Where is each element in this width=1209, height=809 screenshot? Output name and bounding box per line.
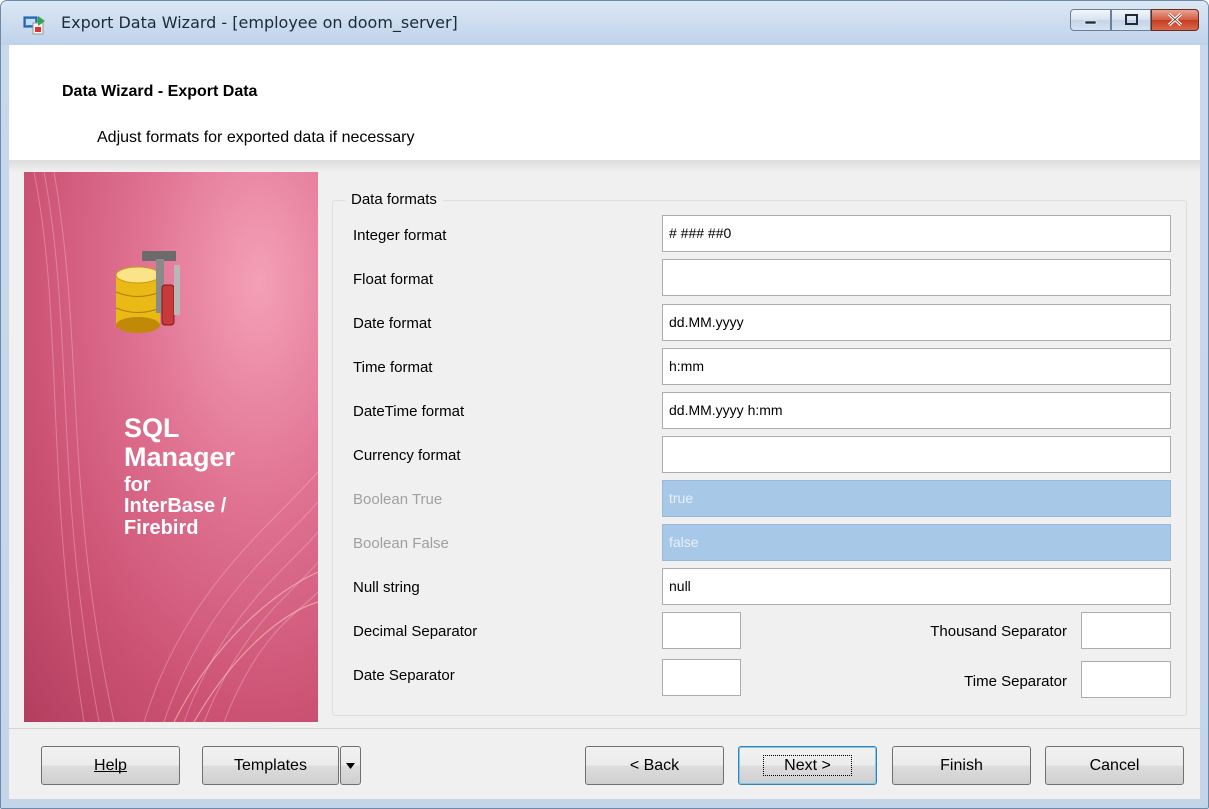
button-bar-divider — [9, 728, 1200, 729]
next-button-label: Next > — [763, 755, 852, 776]
wizard-body: Data Wizard - Export Data Adjust formats… — [9, 45, 1200, 799]
time-format-field[interactable]: h:mm — [662, 348, 1171, 385]
templates-button-label: Templates — [234, 757, 307, 774]
page-title: Data Wizard - Export Data — [62, 83, 258, 100]
finish-button-label: Finish — [940, 757, 983, 774]
header-divider — [9, 160, 1200, 172]
close-button[interactable] — [1151, 9, 1199, 31]
datetime-format-label: DateTime format — [353, 403, 465, 420]
templates-button[interactable]: Templates — [202, 746, 339, 785]
maximize-button[interactable] — [1111, 9, 1151, 31]
currency-format-label: Currency format — [353, 447, 461, 464]
time-format-label: Time format — [353, 359, 433, 376]
back-button[interactable]: < Back — [585, 746, 724, 785]
close-icon — [1167, 12, 1183, 27]
integer-format-label: Integer format — [353, 227, 447, 244]
help-button-label: Help — [94, 757, 127, 774]
wizard-window: Export Data Wizard - [employee on doom_s… — [0, 0, 1209, 809]
thousand-separator-label: Thousand Separator — [930, 623, 1067, 640]
boolean-false-field: false — [662, 524, 1171, 561]
cancel-button-label: Cancel — [1089, 757, 1140, 774]
back-button-label: < Back — [629, 757, 680, 774]
sidebar-product-sql: SQL — [124, 413, 180, 443]
wizard-sidebar-banner: SQL Manager for InterBase / Firebird — [24, 172, 318, 722]
date-separator-label: Date Separator — [353, 667, 455, 684]
currency-format-field[interactable] — [662, 436, 1171, 473]
time-separator-label: Time Separator — [964, 673, 1067, 690]
next-button[interactable]: Next > — [738, 746, 877, 785]
thousand-separator-field[interactable] — [1081, 612, 1171, 649]
date-separator-field[interactable] — [662, 659, 741, 696]
app-icon — [23, 16, 45, 35]
time-separator-field[interactable] — [1081, 661, 1171, 698]
window-title: Export Data Wizard - [employee on doom_s… — [61, 13, 458, 32]
help-button[interactable]: Help — [41, 746, 180, 785]
sidebar-product-for: for — [124, 474, 151, 496]
minimize-button[interactable] — [1070, 9, 1111, 31]
boolean-true-label: Boolean True — [353, 491, 443, 508]
dropdown-arrow-icon — [346, 763, 355, 769]
database-tools-icon — [115, 251, 180, 333]
finish-button[interactable]: Finish — [892, 746, 1031, 785]
page-subtitle: Adjust formats for exported data if nece… — [97, 129, 415, 146]
data-formats-group-label: Data formats — [345, 191, 443, 208]
boolean-false-label: Boolean False — [353, 535, 449, 552]
float-format-label: Float format — [353, 271, 434, 288]
null-string-field[interactable]: null — [662, 568, 1171, 605]
decimal-separator-label: Decimal Separator — [353, 623, 478, 640]
templates-dropdown-button[interactable] — [340, 746, 361, 785]
minimize-icon — [1084, 20, 1097, 25]
sidebar-product-firebird: Firebird — [124, 517, 199, 539]
sidebar-product-interbase: InterBase / — [124, 495, 227, 517]
date-format-label: Date format — [353, 315, 432, 332]
title-bar[interactable]: Export Data Wizard - [employee on doom_s… — [1, 1, 1208, 45]
date-format-field[interactable]: dd.MM.yyyy — [662, 304, 1171, 341]
wizard-header: Data Wizard - Export Data Adjust formats… — [9, 45, 1200, 161]
float-format-field[interactable] — [662, 259, 1171, 296]
cancel-button[interactable]: Cancel — [1045, 746, 1184, 785]
null-string-label: Null string — [353, 579, 420, 596]
datetime-format-field[interactable]: dd.MM.yyyy h:mm — [662, 392, 1171, 429]
maximize-icon — [1125, 14, 1138, 25]
decimal-separator-field[interactable] — [662, 612, 741, 649]
integer-format-field[interactable]: # ### ##0 — [662, 215, 1171, 252]
sidebar-product-manager: Manager — [124, 442, 236, 472]
boolean-true-field: true — [662, 480, 1171, 517]
